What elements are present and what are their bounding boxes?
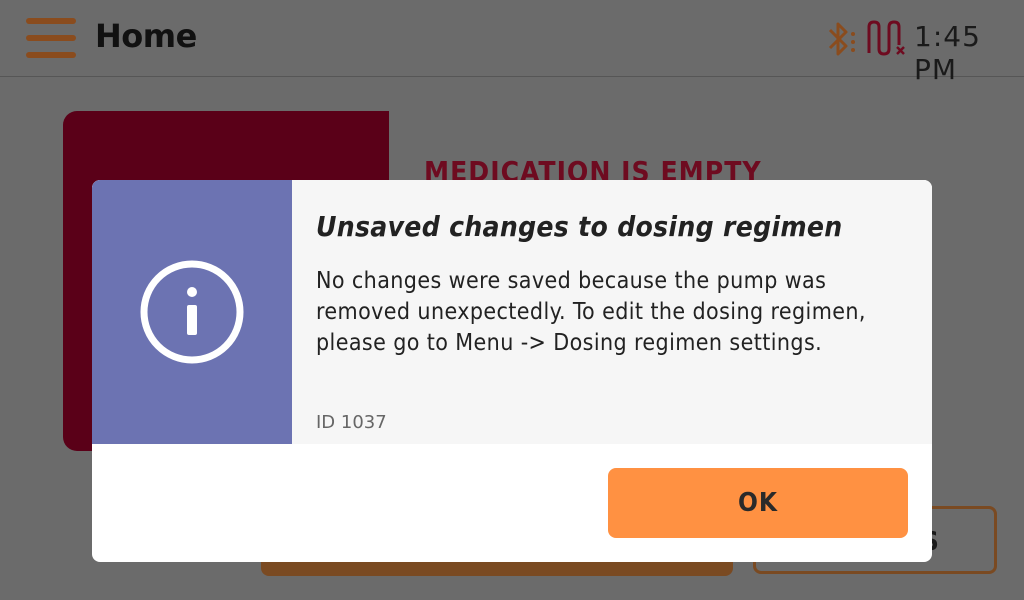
dialog-message: No changes were saved because the pump w… (316, 266, 916, 359)
ok-button[interactable]: OK (608, 468, 908, 538)
dialog-title: Unsaved changes to dosing regimen (316, 210, 843, 243)
page-title: Home (95, 17, 197, 55)
dialog-message-line: removed unexpectedly. To edit the dosing… (316, 299, 866, 325)
bluetooth-icon (828, 22, 855, 56)
dialog-icon-panel (92, 180, 292, 444)
dialog-message-line: please go to Menu -> Dosing regimen sett… (316, 330, 823, 356)
dialog-content-area: Unsaved changes to dosing regimen No cha… (92, 180, 932, 444)
info-icon (140, 260, 244, 364)
top-bar: Home 1:45 PM (0, 0, 1024, 86)
hamburger-menu-icon[interactable] (26, 18, 76, 58)
dialog-message-line: No changes were saved because the pump w… (316, 268, 827, 294)
dialog-id: ID 1037 (316, 412, 387, 433)
pump-disconnected-icon (867, 20, 905, 56)
unsaved-changes-dialog: Unsaved changes to dosing regimen No cha… (92, 180, 932, 562)
clock: 1:45 PM (914, 20, 981, 86)
